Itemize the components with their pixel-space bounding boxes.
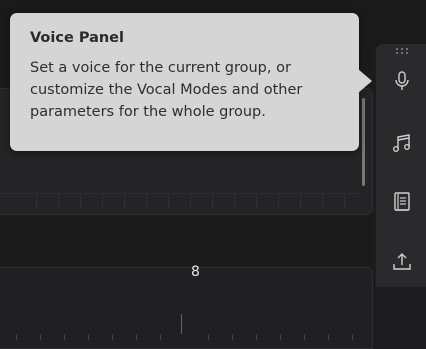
voice-panel-tooltip: Voice Panel Set a voice for the current … — [10, 13, 359, 151]
upload-icon — [393, 253, 411, 270]
timeline-ruler[interactable] — [0, 332, 372, 340]
export-button[interactable] — [388, 248, 416, 276]
music-note-icon — [393, 134, 410, 152]
music-button[interactable] — [388, 129, 416, 157]
grid-row — [0, 193, 360, 208]
right-toolbar — [376, 44, 426, 287]
voice-panel-button[interactable] — [388, 67, 416, 95]
piano-roll-panel[interactable] — [0, 267, 373, 349]
book-icon — [394, 192, 410, 211]
measure-label: 8 — [191, 264, 200, 280]
tooltip-arrow — [358, 69, 372, 93]
microphone-icon — [395, 71, 409, 90]
tooltip-body: Set a voice for the current group, or cu… — [30, 60, 303, 120]
ruler-major-tick — [181, 314, 182, 334]
vertical-scrollbar[interactable] — [362, 98, 365, 186]
lyrics-button[interactable] — [388, 188, 416, 216]
drag-handle-icon[interactable] — [396, 48, 410, 54]
tooltip-title: Voice Panel — [30, 30, 124, 46]
